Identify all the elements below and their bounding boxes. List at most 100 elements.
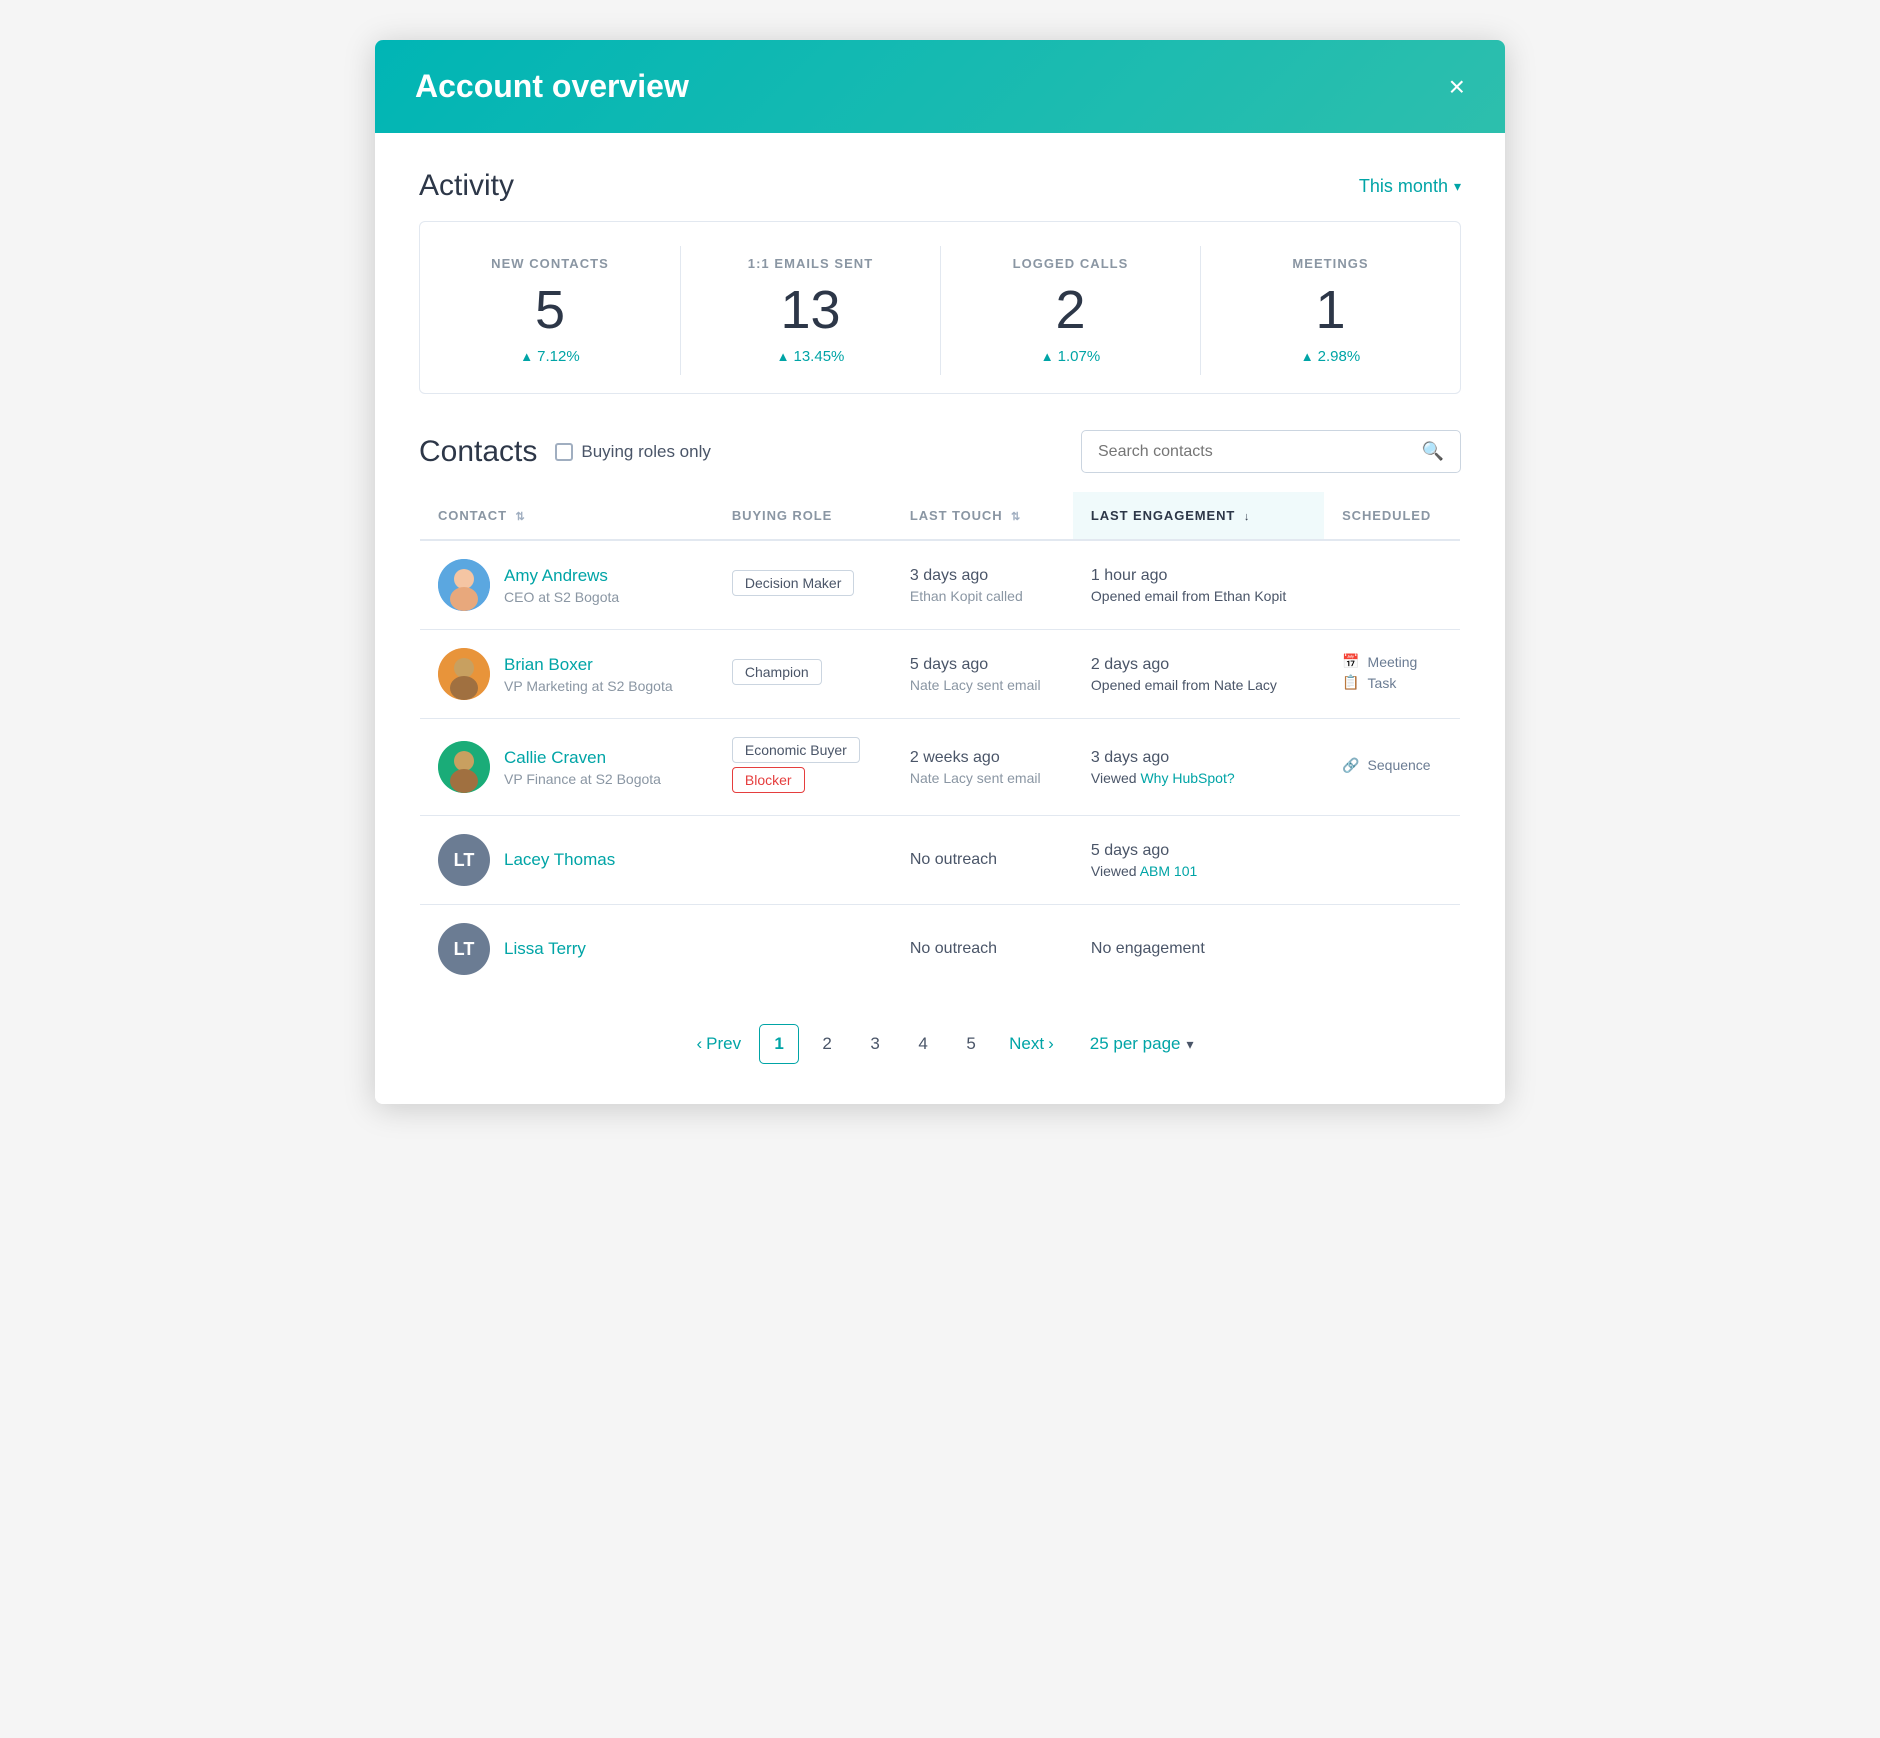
page-5-button[interactable]: 5	[951, 1024, 991, 1064]
contact-cell-lissa: LT Lissa Terry	[420, 905, 714, 994]
last-engagement-cell-callie: 3 days ago Viewed Why HubSpot?	[1073, 719, 1324, 816]
activity-value-2: 2	[957, 281, 1184, 340]
last-touch-time-brian: 5 days ago	[910, 656, 1055, 674]
search-icon: 🔍	[1422, 441, 1444, 462]
page-4-button[interactable]: 4	[903, 1024, 943, 1064]
activity-section-header: Activity This month ▾	[419, 169, 1461, 203]
contact-cell-amy: Amy Andrews CEO at S2 Bogota	[420, 540, 714, 630]
page-2-button[interactable]: 2	[807, 1024, 847, 1064]
table-row: Amy Andrews CEO at S2 Bogota Decision Ma…	[420, 540, 1461, 630]
last-touch-cell-amy: 3 days ago Ethan Kopit called	[892, 540, 1073, 630]
contacts-table: CONTACT ⇅ BUYING ROLE LAST TOUCH ⇅ LAST …	[419, 491, 1461, 994]
last-touch-desc-callie: Nate Lacy sent email	[910, 770, 1055, 786]
activity-label-0: NEW CONTACTS	[436, 256, 664, 271]
activity-change-pct-3: 2.98%	[1318, 348, 1361, 365]
page-3-button[interactable]: 3	[855, 1024, 895, 1064]
pagination: ‹ Prev 1 2 3 4 5 Next › 25 per page ▾	[419, 994, 1461, 1074]
buying-role-cell-callie: Economic BuyerBlocker	[714, 719, 892, 816]
engagement-time-brian: 2 days ago	[1091, 656, 1306, 674]
last-engagement-cell-lissa: No engagement	[1073, 905, 1324, 994]
activity-filter-button[interactable]: This month ▾	[1359, 176, 1461, 197]
search-box[interactable]: 🔍	[1081, 430, 1461, 473]
per-page-select[interactable]: 25 per page ▾	[1090, 1034, 1194, 1054]
up-arrow-icon-2: ▲	[1041, 349, 1054, 364]
col-last-engagement[interactable]: LAST ENGAGEMENT ↓	[1073, 492, 1324, 541]
buying-roles-checkbox-label[interactable]: Buying roles only	[555, 442, 710, 462]
table-row: Brian Boxer VP Marketing at S2 Bogota Ch…	[420, 630, 1461, 719]
activity-change-3: ▲ 2.98%	[1217, 348, 1444, 365]
activity-change-1: ▲ 13.45%	[697, 348, 924, 365]
activity-value-1: 13	[697, 281, 924, 340]
role-badge-economic-buyer: Economic Buyer	[732, 737, 860, 763]
contacts-title-row: Contacts Buying roles only	[419, 435, 711, 469]
activity-value-3: 1	[1217, 281, 1444, 340]
contact-name-callie[interactable]: Callie Craven	[504, 748, 661, 768]
engagement-link-callie[interactable]: Why HubSpot?	[1140, 770, 1234, 786]
activity-change-0: ▲ 7.12%	[436, 348, 664, 365]
scheduled-label-meeting: Meeting	[1368, 654, 1418, 670]
filter-label: This month	[1359, 176, 1448, 197]
last-touch-time-lissa: No outreach	[910, 940, 1055, 958]
last-touch-desc-amy: Ethan Kopit called	[910, 588, 1055, 604]
buying-role-cell-brian: Champion	[714, 630, 892, 719]
last-touch-time-callie: 2 weeks ago	[910, 749, 1055, 767]
prev-label: Prev	[706, 1034, 741, 1054]
activity-card: NEW CONTACTS 5 ▲ 7.12% 1:1 EMAILS SENT 1…	[419, 221, 1461, 394]
contact-subtitle-callie: VP Finance at S2 Bogota	[504, 771, 661, 787]
scheduled-item-task: 📋 Task	[1342, 674, 1442, 691]
close-icon[interactable]: ×	[1449, 73, 1465, 101]
scheduled-label-task: Task	[1368, 675, 1397, 691]
activity-change-pct-0: 7.12%	[537, 348, 580, 365]
col-contact[interactable]: CONTACT ⇅	[420, 492, 714, 541]
last-touch-cell-lacey: No outreach	[892, 816, 1073, 905]
contact-sort-icon: ⇅	[515, 511, 525, 523]
avatar-lissa: LT	[438, 923, 490, 975]
amy-avatar	[438, 559, 490, 611]
scheduled-label-sequence: Sequence	[1368, 757, 1431, 773]
contact-name-brian[interactable]: Brian Boxer	[504, 655, 673, 675]
scheduled-icon-task: 📋	[1342, 674, 1359, 691]
buying-roles-checkbox[interactable]	[555, 443, 573, 461]
page-1-button[interactable]: 1	[759, 1024, 799, 1064]
engagement-desc-amy: Opened email from Ethan Kopit	[1091, 588, 1306, 604]
activity-value-0: 5	[436, 281, 664, 340]
buying-role-cell-amy: Decision Maker	[714, 540, 892, 630]
engagement-time-lacey: 5 days ago	[1091, 842, 1306, 860]
engagement-desc-brian: Opened email from Nate Lacy	[1091, 677, 1306, 693]
scheduled-cell-callie: 🔗Sequence	[1324, 719, 1460, 816]
prev-chevron-icon: ‹	[696, 1034, 702, 1054]
last-touch-cell-callie: 2 weeks ago Nate Lacy sent email	[892, 719, 1073, 816]
per-page-caret-icon: ▾	[1187, 1036, 1194, 1053]
scheduled-cell-brian: 📅 Meeting 📋 Task	[1324, 630, 1460, 719]
role-badge-decision-maker: Decision Maker	[732, 570, 854, 596]
contact-name-amy[interactable]: Amy Andrews	[504, 566, 619, 586]
engagement-time-lissa: No engagement	[1091, 940, 1306, 958]
scheduled-item-sequence: 🔗Sequence	[1342, 757, 1442, 774]
activity-label-3: MEETINGS	[1217, 256, 1444, 271]
search-input[interactable]	[1098, 443, 1412, 461]
table-header: CONTACT ⇅ BUYING ROLE LAST TOUCH ⇅ LAST …	[420, 492, 1461, 541]
contact-name-lissa[interactable]: Lissa Terry	[504, 939, 586, 959]
brian-avatar	[438, 648, 490, 700]
next-chevron-icon: ›	[1048, 1034, 1054, 1054]
last-engagement-cell-lacey: 5 days ago Viewed ABM 101	[1073, 816, 1324, 905]
contact-name-lacey[interactable]: Lacey Thomas	[504, 850, 615, 870]
activity-change-pct-2: 1.07%	[1058, 348, 1101, 365]
buying-role-cell-lacey	[714, 816, 892, 905]
activity-label-2: LOGGED CALLS	[957, 256, 1184, 271]
engagement-time-callie: 3 days ago	[1091, 749, 1306, 767]
prev-button[interactable]: ‹ Prev	[686, 1026, 751, 1062]
col-last-touch[interactable]: LAST TOUCH ⇅	[892, 492, 1073, 541]
last-engagement-sort-icon: ↓	[1244, 511, 1250, 523]
scheduled-cell-lissa	[1324, 905, 1460, 994]
contact-subtitle-brian: VP Marketing at S2 Bogota	[504, 678, 673, 694]
contacts-title: Contacts	[419, 435, 537, 469]
scheduled-icon-meeting: 📅	[1342, 653, 1359, 670]
last-engagement-cell-brian: 2 days ago Opened email from Nate Lacy	[1073, 630, 1324, 719]
engagement-link-lacey[interactable]: ABM 101	[1140, 863, 1198, 879]
next-button[interactable]: Next ›	[999, 1026, 1064, 1062]
activity-change-2: ▲ 1.07%	[957, 348, 1184, 365]
engagement-desc-lacey: Viewed ABM 101	[1091, 863, 1306, 879]
modal-header: Account overview ×	[375, 40, 1505, 133]
activity-metric-2: LOGGED CALLS 2 ▲ 1.07%	[940, 246, 1200, 375]
